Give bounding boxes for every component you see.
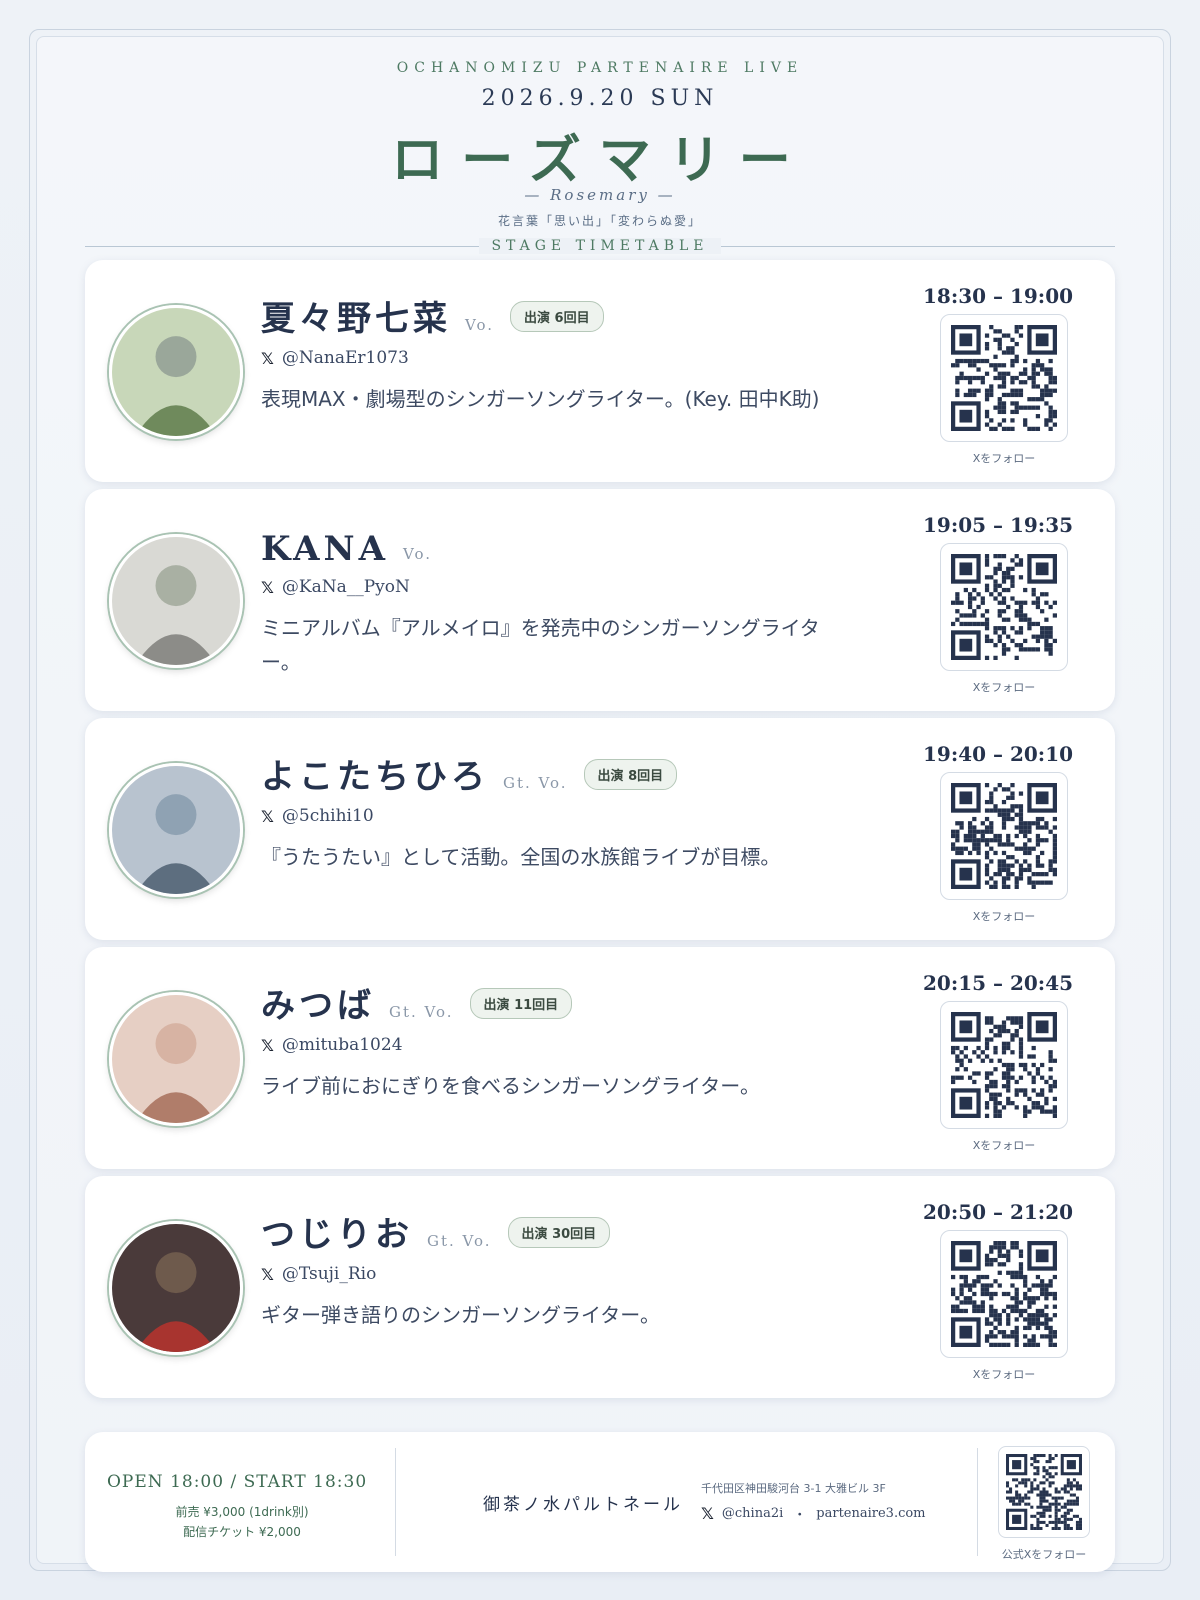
open-start-time: OPEN 18:00 / START 18:30 <box>107 1472 368 1492</box>
event-date: 2026.9.20 SUN <box>481 86 719 111</box>
performance-time: 18:30 – 19:00 <box>923 284 1074 308</box>
performer-card: つじりお Gt. Vo. 出演 30回目 𝕏 @Tsuji_Rio ギター弾き語… <box>85 1176 1115 1398</box>
event-info-footer: OPEN 18:00 / START 18:30 前売 ¥3,000 (1dri… <box>85 1432 1115 1572</box>
performance-time: 19:40 – 20:10 <box>923 742 1074 766</box>
qr-follow-label: Xをフォロー <box>972 1368 1036 1381</box>
venue-x-handle[interactable]: @china2i <box>722 1506 783 1521</box>
x-logo-icon: 𝕏 <box>261 806 274 826</box>
flower-language: 花言葉「思い出」「変わらぬ愛」 <box>497 214 702 228</box>
performer-role: Vo. <box>465 316 494 334</box>
performer-role: Gt. Vo. <box>427 1232 492 1250</box>
event-kicker: OCHANOMIZU PARTENAIRE LIVE <box>396 60 804 76</box>
advance-ticket-price: 前売 ¥3,000 (1drink別) <box>175 1505 309 1519</box>
appearance-count-badge: 出演 8回目 <box>583 759 678 790</box>
performer-x-link[interactable]: 𝕏 @5chihi10 <box>261 806 374 826</box>
performer-avatar <box>109 763 243 897</box>
performance-time: 20:15 – 20:45 <box>923 971 1074 995</box>
x-logo-icon: 𝕏 <box>261 1035 274 1055</box>
performer-name-row: KANA Vo. <box>261 525 432 569</box>
performer-avatar <box>109 1221 243 1355</box>
performer-x-handle[interactable]: @KaNa__PyoN <box>282 577 410 597</box>
performer-description: 表現MAX・劇場型のシンガーソングライター。(Key. 田中K助) <box>261 387 820 411</box>
ticket-prices: 前売 ¥3,000 (1drink別) 配信チケット ¥2,000 <box>107 1502 377 1542</box>
performer-description: ギター弾き語りのシンガーソングライター。 <box>261 1303 660 1327</box>
venue-links: 𝕏 @china2i ・ partenaire3.com <box>701 1504 926 1523</box>
performer-card: よこたちひろ Gt. Vo. 出演 8回目 𝕏 @5chihi10 『うたうたい… <box>85 718 1115 940</box>
performer-x-handle[interactable]: @NanaEr1073 <box>282 348 409 368</box>
performer-description: 『うたうたい』として活動。全国の水族館ライブが目標。 <box>261 845 781 869</box>
performer-name-row: つじりお Gt. Vo. 出演 30回目 <box>261 1212 611 1256</box>
appearance-count-badge: 出演 11回目 <box>469 988 573 1019</box>
stream-ticket-price: 配信チケット ¥2,000 <box>183 1525 301 1539</box>
x-logo-icon: 𝕏 <box>261 1264 274 1284</box>
x-logo-icon: 𝕏 <box>701 1504 714 1523</box>
performer-avatar <box>109 992 243 1126</box>
performer-role: Gt. Vo. <box>503 774 568 792</box>
performer-qr-code[interactable] <box>940 772 1068 900</box>
performer-name: つじりお <box>261 1215 413 1255</box>
x-logo-icon: 𝕏 <box>261 348 274 368</box>
performer-name-row: みつば Gt. Vo. 出演 11回目 <box>261 983 573 1027</box>
performer-qr-code[interactable] <box>940 1001 1068 1129</box>
appearance-count-badge: 出演 30回目 <box>507 1217 611 1248</box>
qr-follow-label: Xをフォロー <box>972 681 1036 694</box>
performer-description: ライブ前におにぎりを食べるシンガーソングライター。 <box>261 1074 760 1098</box>
performer-avatar <box>109 534 243 668</box>
performer-name: KANA <box>261 529 390 569</box>
performer-role: Gt. Vo. <box>389 1003 454 1021</box>
performer-x-link[interactable]: 𝕏 @Tsuji_Rio <box>261 1264 376 1284</box>
performer-x-link[interactable]: 𝕏 @KaNa__PyoN <box>261 577 410 597</box>
performer-qr-code[interactable] <box>940 314 1068 442</box>
appearance-count-badge: 出演 6回目 <box>510 301 604 332</box>
performer-card: みつば Gt. Vo. 出演 11回目 𝕏 @mituba1024 ライブ前にお… <box>85 947 1115 1169</box>
performer-name: よこたちひろ <box>261 757 489 797</box>
performer-qr-code[interactable] <box>940 543 1068 671</box>
footer-divider <box>395 1448 396 1556</box>
venue-name: 御茶ノ水パルトネール <box>483 1495 683 1515</box>
performer-name: 夏々野七菜 <box>261 299 451 339</box>
footer-divider <box>977 1448 978 1556</box>
performer-name-row: よこたちひろ Gt. Vo. 出演 8回目 <box>261 754 678 798</box>
performer-description: ミニアルバム『アルメイロ』を発売中のシンガーソングライター。 <box>261 616 820 674</box>
section-title: STAGE TIMETABLE <box>470 238 730 254</box>
performer-x-handle[interactable]: @Tsuji_Rio <box>282 1264 376 1284</box>
performer-qr-code[interactable] <box>940 1230 1068 1358</box>
performer-role: Vo. <box>403 545 433 563</box>
performance-time: 19:05 – 19:35 <box>923 513 1074 537</box>
venue-qr-code[interactable] <box>998 1446 1090 1538</box>
performer-avatar <box>109 305 243 439</box>
event-subtitle: — Rosemary — <box>524 186 676 204</box>
separator-dot: ・ <box>793 1508 807 1523</box>
venue-address: 千代田区神田駿河台 3-1 大雅ビル 3F <box>701 1482 886 1495</box>
performer-card: KANA Vo. 𝕏 @KaNa__PyoN ミニアルバム『アルメイロ』を発売中… <box>85 489 1115 711</box>
performer-card: 夏々野七菜 Vo. 出演 6回目 𝕏 @NanaEr1073 表現MAX・劇場型… <box>85 260 1115 482</box>
qr-follow-label: Xをフォロー <box>972 452 1036 465</box>
venue-website-link[interactable]: partenaire3.com <box>816 1506 925 1521</box>
performer-name: みつば <box>261 986 375 1026</box>
x-logo-icon: 𝕏 <box>261 577 274 597</box>
performance-time: 20:50 – 21:20 <box>923 1200 1074 1224</box>
performer-x-handle[interactable]: @5chihi10 <box>282 806 374 826</box>
performer-name-row: 夏々野七菜 Vo. 出演 6回目 <box>261 296 604 340</box>
qr-follow-label: Xをフォロー <box>972 1139 1036 1152</box>
event-title: ローズマリー <box>391 130 809 191</box>
performer-x-link[interactable]: 𝕏 @mituba1024 <box>261 1035 403 1055</box>
performer-x-link[interactable]: 𝕏 @NanaEr1073 <box>261 348 409 368</box>
performer-x-handle[interactable]: @mituba1024 <box>282 1035 403 1055</box>
qr-follow-label: Xをフォロー <box>972 910 1036 923</box>
venue-qr-label: 公式Xをフォロー <box>1001 1548 1087 1561</box>
